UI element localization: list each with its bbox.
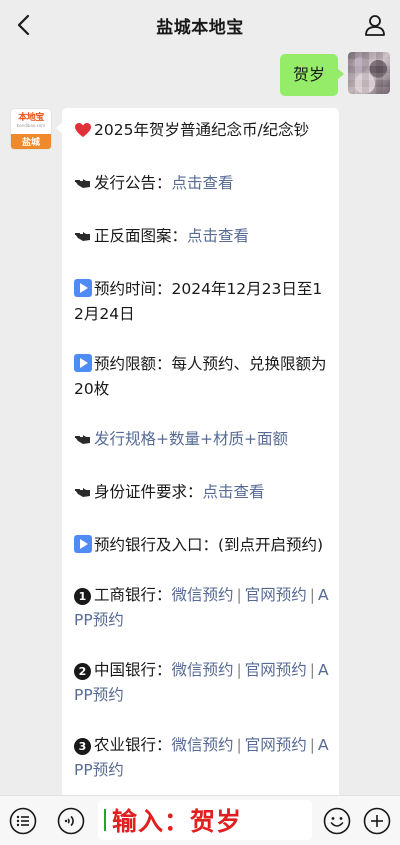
emoji-icon[interactable] <box>322 806 352 836</box>
message-input-value: 输入：贺岁 <box>112 807 243 836</box>
announce-link[interactable]: 点击查看 <box>172 174 234 192</box>
id-label: 身份证件要求： <box>94 483 203 501</box>
text-caret <box>104 809 106 831</box>
pointing-hand-icon <box>74 174 92 199</box>
separator: | <box>236 586 242 604</box>
bank-item-icbc: 1 工商银行：微信预约 | 官网预约 | APP预约 <box>74 583 329 633</box>
play-button-icon <box>74 279 92 297</box>
separator: | <box>309 736 316 754</box>
chat-title: 盐城本地宝 <box>156 17 244 38</box>
wechat-reserve-link[interactable]: 微信预约 <box>172 661 234 679</box>
limit-line: 预约限额：每人预约、兑换限额为20枚 <box>74 352 329 402</box>
plus-icon[interactable] <box>362 806 392 836</box>
time-text: 预约时间：2024年12月23日至12月24日 <box>74 280 323 323</box>
voice-icon[interactable] <box>56 806 86 836</box>
message-title: 2025年贺岁普通纪念币/纪念钞 <box>94 121 310 139</box>
message-title-line: 2025年贺岁普通纪念币/纪念钞 <box>74 118 329 146</box>
website-reserve-link[interactable]: 官网预约 <box>245 586 307 604</box>
pattern-label: 正反面图案： <box>94 227 188 245</box>
separator: | <box>309 586 316 604</box>
chevron-left-icon[interactable] <box>10 12 36 38</box>
message-input[interactable]: 输入：贺岁 <box>98 800 312 840</box>
person-icon[interactable] <box>362 12 388 38</box>
heart-icon <box>74 121 92 146</box>
outgoing-message-row: 贺岁 <box>279 52 390 96</box>
separator: | <box>236 661 242 679</box>
bank-text: 预约银行及入口：(到点开启预约) <box>94 536 324 554</box>
play-button-icon <box>74 354 92 372</box>
limit-text: 预约限额：每人预约、兑换限额为20枚 <box>74 355 327 398</box>
pointing-hand-icon <box>74 483 92 508</box>
bank-name: 工商银行： <box>94 586 172 604</box>
website-reserve-link[interactable]: 官网预约 <box>245 661 307 679</box>
number-3-icon: 3 <box>74 738 91 755</box>
bank-line: 预约银行及入口：(到点开启预约) <box>74 533 329 558</box>
time-line: 预约时间：2024年12月23日至12月24日 <box>74 277 329 327</box>
number-2-icon: 2 <box>74 663 91 680</box>
play-button-icon <box>74 535 92 553</box>
bank-name: 农业银行： <box>94 736 172 754</box>
bank-name: 中国银行： <box>94 661 172 679</box>
pointing-hand-icon <box>74 227 92 252</box>
id-link[interactable]: 点击查看 <box>203 483 265 501</box>
announce-label: 发行公告： <box>94 174 172 192</box>
avatar-brand-text: 本地宝 <box>18 112 44 123</box>
input-bar: 输入：贺岁 <box>0 795 400 845</box>
id-line: 身份证件要求：点击查看 <box>74 480 329 508</box>
spec-line: 发行规格+数量+材质+面额 <box>74 427 329 455</box>
outgoing-message-bubble[interactable]: 贺岁 <box>279 54 345 96</box>
number-1-icon: 1 <box>74 588 91 605</box>
wechat-reserve-link[interactable]: 微信预约 <box>172 736 234 754</box>
separator: | <box>309 661 316 679</box>
spec-link[interactable]: 发行规格+数量+材质+面额 <box>94 430 288 448</box>
wechat-reserve-link[interactable]: 微信预约 <box>172 586 234 604</box>
website-reserve-link[interactable]: 官网预约 <box>245 736 307 754</box>
avatar-domain-text: bendibao.com <box>16 122 46 128</box>
menu-list-icon[interactable] <box>8 806 38 836</box>
announce-line: 发行公告：点击查看 <box>74 171 329 199</box>
bank-item-boc: 2 中国银行：微信预约 | 官网预约 | APP预约 <box>74 658 329 708</box>
pattern-link[interactable]: 点击查看 <box>187 227 249 245</box>
pattern-line: 正反面图案：点击查看 <box>74 224 329 252</box>
incoming-message-bubble: 2025年贺岁普通纪念币/纪念钞 发行公告：点击查看 正反面图案：点击查看 预约… <box>62 108 339 808</box>
bank-item-abc: 3 农业银行：微信预约 | 官网预约 | APP预约 <box>74 733 329 783</box>
separator: | <box>236 736 242 754</box>
avatar-city-text: 盐城 <box>11 134 51 149</box>
official-account-avatar[interactable]: 本地宝 bendibao.com 盐城 <box>10 108 52 150</box>
self-avatar[interactable] <box>348 52 390 94</box>
pointing-hand-icon <box>74 430 92 455</box>
chat-header: 盐城本地宝 <box>0 0 400 50</box>
